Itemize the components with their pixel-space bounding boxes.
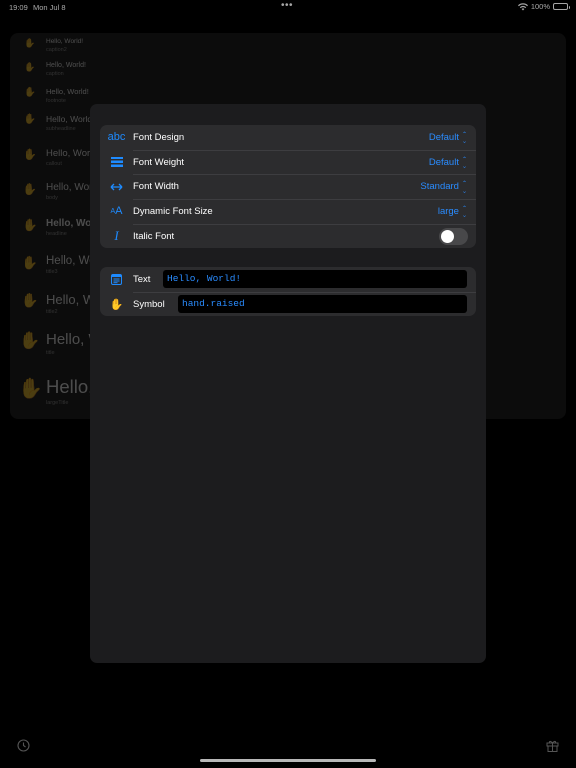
symbol-input-row: ✋ Symbol hand.raised (100, 291, 476, 317)
symbol-label: Symbol (133, 298, 165, 310)
font-width-label: Font Width (133, 181, 179, 193)
font-design-picker[interactable]: Default ⌃ ⌃ (429, 125, 467, 150)
abc-icon: abc (107, 131, 126, 144)
toggle-knob (441, 229, 454, 243)
dynamic-font-size-label: Dynamic Font Size (133, 205, 213, 217)
font-options-group: abc Font Design Default ⌃ ⌃ Font Weight De… (100, 125, 476, 249)
dynamic-font-size-picker[interactable]: large ⌃ ⌃ (438, 199, 467, 224)
width-arrows-icon (100, 183, 133, 191)
chevron-up-down-icon: ⌃ ⌃ (461, 205, 467, 217)
italic-font-toggle[interactable] (439, 227, 468, 245)
italic-font-row: I Italic Font (100, 223, 476, 249)
weight-icon (100, 157, 133, 168)
chevron-up-down-icon: ⌃ ⌃ (461, 131, 467, 143)
hand-raised-icon: ✋ (109, 298, 124, 311)
text-input[interactable]: Hello, World! (163, 270, 467, 288)
content-input-group: Text Hello, World! ✋ Symbol hand.raised (100, 267, 476, 317)
text-label: Text (133, 273, 151, 285)
font-width-row[interactable]: Font Width Standard ⌃ ⌃ (100, 174, 476, 199)
textformat-size-icon: AA (110, 205, 123, 218)
font-width-picker[interactable]: Standard ⌃ ⌃ (420, 174, 467, 199)
font-design-label: Font Design (133, 131, 185, 143)
chevron-up-down-icon: ⌃ ⌃ (461, 181, 467, 193)
home-indicator[interactable] (200, 759, 376, 762)
font-weight-picker[interactable]: Default ⌃ ⌃ (429, 150, 467, 175)
italic-icon: I (114, 228, 119, 244)
font-weight-row[interactable]: Font Weight Default ⌃ ⌃ (100, 149, 476, 175)
text-window-icon (100, 273, 133, 285)
symbol-input[interactable]: hand.raised (178, 294, 467, 313)
clock-arrow-icon[interactable] (16, 738, 30, 752)
font-design-row[interactable]: abc Font Design Default ⌃ ⌃ (100, 125, 476, 150)
dynamic-font-size-row[interactable]: AA Dynamic Font Size large ⌃ ⌃ (100, 199, 476, 224)
gift-icon[interactable] (545, 738, 559, 752)
italic-font-label: Italic Font (133, 230, 175, 242)
text-input-row: Text Hello, World! (100, 267, 476, 292)
font-settings-popover: abc Font Design Default ⌃ ⌃ Font Weight De… (90, 104, 486, 663)
chevron-up-down-icon: ⌃ ⌃ (461, 156, 467, 168)
font-weight-label: Font Weight (133, 156, 185, 168)
